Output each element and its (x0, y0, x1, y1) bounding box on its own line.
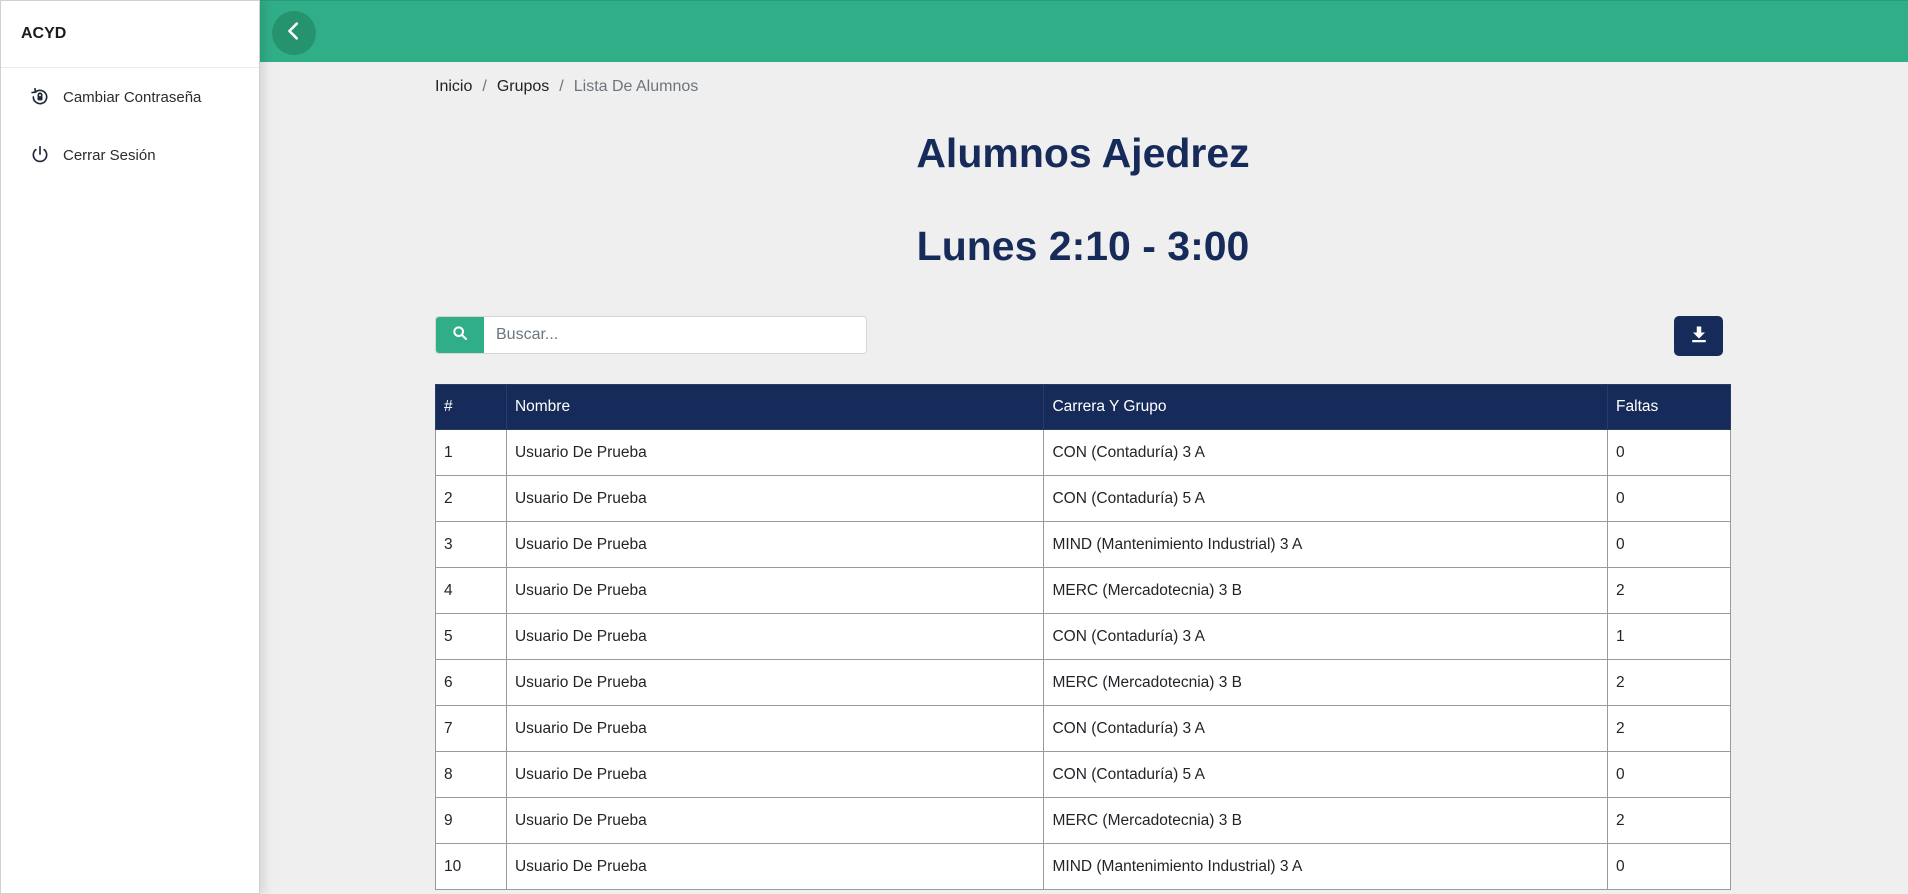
cell-absences: 2 (1607, 567, 1731, 614)
cell-number: 2 (435, 475, 507, 522)
cell-absences: 0 (1607, 843, 1731, 890)
cell-name: Usuario De Prueba (505, 659, 1045, 706)
cell-career-group: MIND (Mantenimiento Industrial) 3 A (1043, 843, 1609, 890)
table-row[interactable]: 4 Usuario De Prueba MERC (Mercadotecnia)… (435, 567, 1731, 614)
search-icon (452, 325, 468, 346)
lock-reset-icon (29, 86, 51, 108)
cell-number: 4 (435, 567, 507, 614)
cell-career-group: CON (Contaduría) 3 A (1043, 613, 1609, 660)
table-row[interactable]: 10 Usuario De Prueba MIND (Mantenimiento… (435, 843, 1731, 890)
cell-name: Usuario De Prueba (505, 613, 1045, 660)
cell-name: Usuario De Prueba (505, 567, 1045, 614)
schedule-title: Lunes 2:10 - 3:00 (916, 223, 1250, 269)
cell-number: 10 (435, 843, 507, 890)
page-title: Alumnos Ajedrez (916, 130, 1250, 176)
breadcrumb-current: Lista De Alumnos (573, 78, 699, 95)
cell-absences: 0 (1607, 751, 1731, 798)
cell-absences: 2 (1607, 705, 1731, 752)
cell-absences: 0 (1607, 521, 1731, 568)
cell-career-group: CON (Contaduría) 5 A (1043, 475, 1609, 522)
cell-career-group: MIND (Mantenimiento Industrial) 3 A (1043, 521, 1609, 568)
search-input[interactable] (484, 317, 866, 353)
download-icon (1690, 325, 1708, 348)
students-table: # Nombre Carrera Y Grupo Faltas 1 Usuari… (435, 384, 1731, 890)
search-button[interactable] (436, 317, 484, 353)
breadcrumb-groups[interactable]: Grupos (497, 78, 549, 96)
download-button[interactable] (1674, 316, 1723, 356)
table-row[interactable]: 5 Usuario De Prueba CON (Contaduría) 3 A… (435, 613, 1731, 660)
cell-absences: 0 (1607, 429, 1731, 476)
table-row[interactable]: 3 Usuario De Prueba MIND (Mantenimiento … (435, 521, 1731, 568)
top-bar (260, 0, 1908, 62)
cell-name: Usuario De Prueba (505, 429, 1045, 476)
cell-career-group: CON (Contaduría) 3 A (1043, 705, 1609, 752)
main-content: Inicio / Grupos / Lista De Alumnos Alumn… (435, 62, 1731, 890)
cell-number: 7 (435, 705, 507, 752)
cell-name: Usuario De Prueba (505, 475, 1045, 522)
search-group (435, 316, 867, 354)
breadcrumb-separator: / (482, 78, 487, 95)
breadcrumb-separator: / (559, 78, 564, 95)
breadcrumb: Inicio / Grupos / Lista De Alumnos (435, 76, 1731, 98)
cell-career-group: MERC (Mercadotecnia) 3 B (1043, 659, 1609, 706)
cell-number: 3 (435, 521, 507, 568)
cell-career-group: MERC (Mercadotecnia) 3 B (1043, 567, 1609, 614)
cell-absences: 1 (1607, 613, 1731, 660)
breadcrumb-home[interactable]: Inicio (435, 78, 472, 96)
cell-career-group: CON (Contaduría) 5 A (1043, 751, 1609, 798)
table-row[interactable]: 9 Usuario De Prueba MERC (Mercadotecnia)… (435, 797, 1731, 844)
cell-name: Usuario De Prueba (505, 797, 1045, 844)
table-row[interactable]: 8 Usuario De Prueba CON (Contaduría) 5 A… (435, 751, 1731, 798)
cell-career-group: CON (Contaduría) 3 A (1043, 429, 1609, 476)
table-row[interactable]: 1 Usuario De Prueba CON (Contaduría) 3 A… (435, 429, 1731, 476)
sidebar-item-label: Cambiar Contraseña (63, 88, 202, 106)
cell-number: 1 (435, 429, 507, 476)
table-row[interactable]: 6 Usuario De Prueba MERC (Mercadotecnia)… (435, 659, 1731, 706)
sidebar-item-label: Cerrar Sesión (63, 146, 156, 164)
cell-name: Usuario De Prueba (505, 705, 1045, 752)
cell-number: 6 (435, 659, 507, 706)
chevron-left-icon (283, 20, 305, 47)
sidebar-item-logout[interactable]: Cerrar Sesión (1, 126, 259, 184)
cell-number: 9 (435, 797, 507, 844)
column-header-absences[interactable]: Faltas (1607, 384, 1731, 430)
power-icon (29, 144, 51, 166)
sidebar-item-change-password[interactable]: Cambiar Contraseña (1, 68, 259, 126)
cell-number: 5 (435, 613, 507, 660)
cell-absences: 0 (1607, 475, 1731, 522)
table-header-row: # Nombre Carrera Y Grupo Faltas (435, 384, 1731, 430)
toolbar (435, 316, 1731, 356)
cell-name: Usuario De Prueba (505, 843, 1045, 890)
cell-number: 8 (435, 751, 507, 798)
cell-career-group: MERC (Mercadotecnia) 3 B (1043, 797, 1609, 844)
column-header-number[interactable]: # (435, 384, 507, 430)
back-button[interactable] (272, 11, 316, 55)
cell-absences: 2 (1607, 797, 1731, 844)
column-header-career-group[interactable]: Carrera Y Grupo (1043, 384, 1609, 430)
brand-title: ACYD (1, 1, 259, 68)
table-row[interactable]: 7 Usuario De Prueba CON (Contaduría) 3 A… (435, 705, 1731, 752)
cell-absences: 2 (1607, 659, 1731, 706)
column-header-name[interactable]: Nombre (505, 384, 1045, 430)
cell-name: Usuario De Prueba (505, 751, 1045, 798)
table-row[interactable]: 2 Usuario De Prueba CON (Contaduría) 5 A… (435, 475, 1731, 522)
cell-name: Usuario De Prueba (505, 521, 1045, 568)
sidebar: ACYD Cambiar Contraseña Cerrar Sesión (0, 0, 260, 894)
